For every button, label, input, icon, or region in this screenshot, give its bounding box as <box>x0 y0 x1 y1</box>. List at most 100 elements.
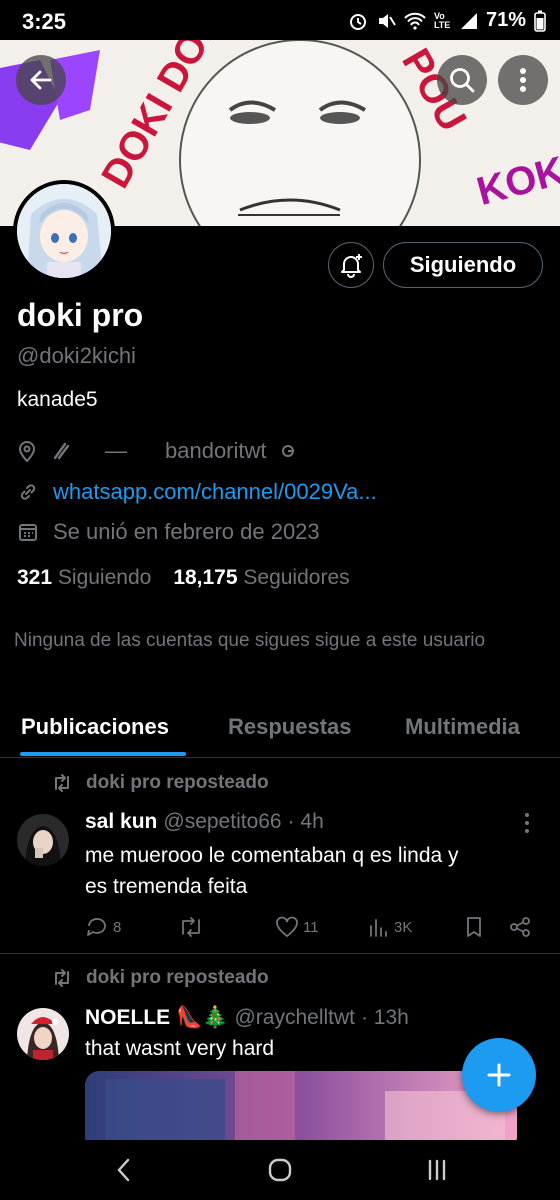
following-stat[interactable]: 321 Siguiendo <box>17 566 151 590</box>
status-bar: 3:25 Vo LTE 71% <box>0 0 560 44</box>
post-text: that wasnt very hard <box>85 1037 275 1060</box>
repost-label: doki pro reposteado <box>86 967 269 988</box>
reply-button[interactable]: 8 <box>85 916 121 938</box>
views-count: 3K <box>394 918 413 936</box>
link-icon <box>20 484 36 500</box>
tab-posts[interactable]: Publicaciones <box>21 714 169 740</box>
following-count: 321 <box>17 566 53 589</box>
compose-button[interactable] <box>462 1038 536 1112</box>
post-handle: @raychelltwt <box>234 1005 355 1029</box>
recents-icon <box>428 1159 446 1181</box>
post-text: me muerooo le comentaban q es linda y es… <box>85 840 459 902</box>
reply-icon <box>87 918 106 936</box>
network-label: Vo LTE <box>433 10 451 30</box>
views-button[interactable]: 3K <box>368 916 412 938</box>
followers-stat[interactable]: 18,175 Seguidores <box>173 566 349 590</box>
active-tab-indicator <box>20 752 186 756</box>
post-avatar[interactable] <box>17 1008 69 1060</box>
share-button[interactable] <box>509 916 531 938</box>
mute-icon <box>376 11 396 31</box>
post-text-line: me muerooo le comentaban q es linda y <box>85 844 459 867</box>
location-badge-icon <box>281 445 294 457</box>
post-author[interactable]: NOELLE <box>85 1006 170 1030</box>
post-header: sal kun @sepetito66 · 4h <box>85 810 324 834</box>
post-avatar[interactable] <box>17 814 69 866</box>
plus-icon <box>487 1063 511 1087</box>
bookmark-button[interactable] <box>464 916 484 938</box>
post-divider <box>0 953 560 954</box>
joined-row: Se unió en febrero de 2023 <box>17 519 320 545</box>
like-count: 11 <box>303 918 319 936</box>
back-arrow-icon <box>30 70 52 90</box>
tab-media[interactable]: Multimedia <box>405 714 520 740</box>
more-options-button[interactable] <box>498 55 548 105</box>
profile-name: doki pro <box>17 297 144 333</box>
share-icon <box>510 917 530 937</box>
tab-replies[interactable]: Respuestas <box>228 714 352 740</box>
status-icons: Vo LTE 71% <box>348 9 546 32</box>
signal-icon <box>460 12 478 30</box>
post-actions: 8 11 3K <box>85 914 545 940</box>
post-author-emoji: 👠🎄 <box>176 1005 229 1029</box>
post-time: · 13h <box>360 1005 409 1029</box>
calendar-icon <box>19 524 37 541</box>
post-header: NOELLE 👠🎄 @raychelltwt · 13h <box>85 1005 409 1030</box>
follow-stats: 321 Siguiendo 18,175 Seguidores <box>17 566 350 590</box>
nav-back-button[interactable] <box>116 1158 132 1182</box>
link-row: whatsapp.com/channel/0029Va... <box>17 479 377 505</box>
repost-indicator: doki pro reposteado <box>52 772 269 794</box>
post-more-button[interactable] <box>524 812 530 834</box>
repost-icon <box>55 969 69 987</box>
heart-icon <box>276 916 298 938</box>
alarm-icon <box>348 11 368 31</box>
battery-icon <box>534 10 546 32</box>
post-author[interactable]: sal kun <box>85 810 157 834</box>
post-handle: @sepetito66 <box>163 810 282 833</box>
nav-home-button[interactable] <box>268 1158 292 1182</box>
bookmark-icon <box>467 917 481 937</box>
repost-icon <box>182 917 200 937</box>
profile-avatar[interactable] <box>13 180 115 282</box>
notifications-button[interactable] <box>328 242 374 288</box>
bell-plus-icon <box>341 254 362 278</box>
repost-button[interactable] <box>178 916 208 938</box>
following-button[interactable]: Siguiendo <box>383 242 543 288</box>
like-button[interactable]: 11 <box>275 916 319 938</box>
repost-icon <box>55 774 69 792</box>
location-extra: bandoritwt <box>165 438 267 463</box>
repost-label: doki pro reposteado <box>86 772 269 793</box>
location-row: — bandoritwt <box>17 438 295 464</box>
joined-date: Se unió en febrero de 2023 <box>53 519 320 544</box>
chevron-left-icon <box>117 1158 130 1182</box>
followers-label: Seguidores <box>243 566 350 589</box>
search-button[interactable] <box>437 55 487 105</box>
home-circle-icon <box>268 1158 292 1182</box>
profile-bio: kanade5 <box>17 388 98 411</box>
system-nav-bar <box>0 1140 560 1200</box>
location-emblem-icon <box>53 442 70 460</box>
profile-tabs: Publicaciones Respuestas Multimedia <box>0 700 560 758</box>
post-avatar-image <box>17 814 69 866</box>
reply-count: 8 <box>113 918 122 936</box>
status-time: 3:25 <box>22 9 67 34</box>
followers-count: 18,175 <box>173 566 238 589</box>
location-dash: — <box>105 438 127 463</box>
battery-percent: 71% <box>485 9 526 31</box>
wifi-icon <box>404 12 426 30</box>
avatar-image <box>17 184 111 278</box>
nav-recents-button[interactable] <box>426 1159 448 1181</box>
post-media[interactable] <box>85 1071 517 1151</box>
mutuals-note: Ninguna de las cuentas que sigues sigue … <box>14 630 486 651</box>
location-icon <box>18 441 36 462</box>
back-button[interactable] <box>16 55 66 105</box>
profile-link[interactable]: whatsapp.com/channel/0029Va... <box>53 479 377 505</box>
search-icon <box>450 68 475 93</box>
post-text-line: es tremenda feita <box>85 875 248 898</box>
following-label: Siguiendo <box>57 566 152 589</box>
post-media-image <box>85 1071 517 1151</box>
views-icon <box>370 919 387 937</box>
repost-indicator: doki pro reposteado <box>52 967 269 989</box>
post-avatar-image <box>17 1008 69 1060</box>
profile-handle: @doki2kichi <box>17 343 136 368</box>
post-time: · 4h <box>287 810 324 833</box>
